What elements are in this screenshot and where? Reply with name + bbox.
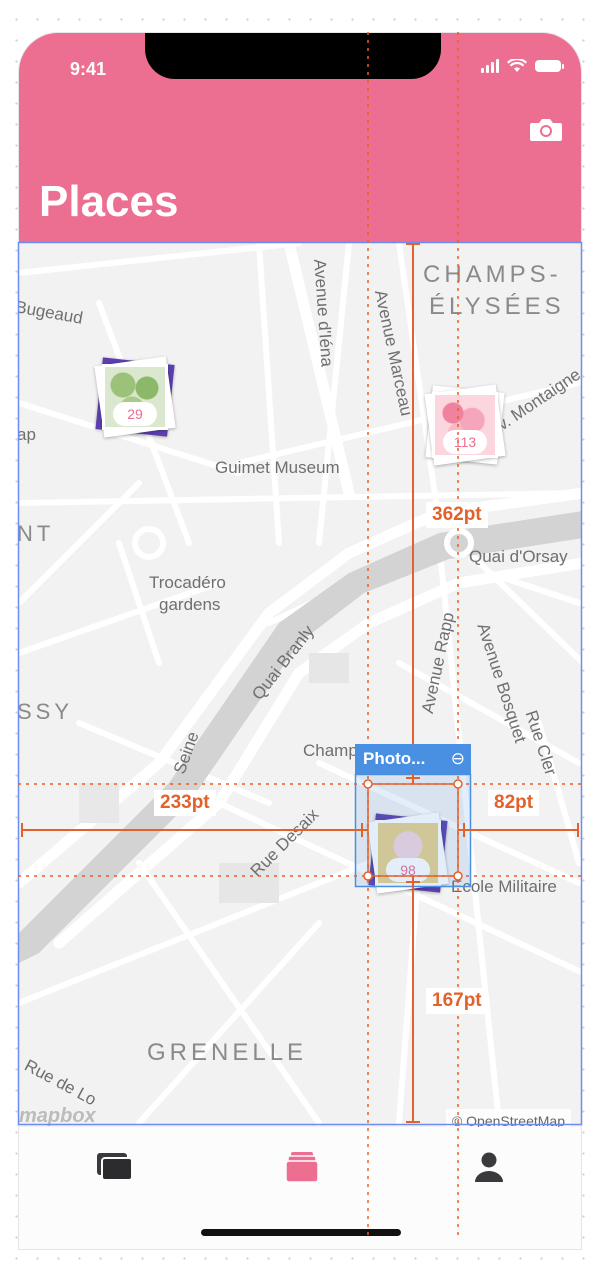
- district-nt: NT: [19, 521, 55, 546]
- cluster-count: 113: [443, 430, 487, 454]
- cards-icon[interactable]: [285, 1151, 319, 1183]
- district-ssy: SSY: [19, 699, 74, 724]
- district-grenelle: GRENELLE: [147, 1039, 308, 1066]
- stack-icon[interactable]: [95, 1151, 135, 1181]
- person-icon[interactable]: [473, 1151, 505, 1183]
- label-ap: ap: [19, 425, 36, 444]
- header: 9:41 Places: [19, 33, 581, 243]
- status-time: 9:41: [70, 59, 107, 79]
- cluster-count: 29: [113, 402, 157, 426]
- label-ecole-militaire: École Militaire: [451, 877, 557, 896]
- home-indicator: [201, 1229, 401, 1236]
- label-gardens: gardens: [159, 595, 221, 614]
- osm-attribution[interactable]: © OpenStreetMap: [445, 1109, 571, 1127]
- battery-icon: [535, 60, 564, 72]
- map-view[interactable]: CHAMPS- ÉLYSÉES Bugeaud Avenue d'Iéna Av…: [19, 243, 581, 1127]
- status-icons: [481, 59, 564, 73]
- camera-icon[interactable]: [529, 117, 563, 143]
- mapbox-logo[interactable]: mapbox: [19, 1105, 96, 1127]
- photo-cluster-broccoli[interactable]: 29: [93, 355, 177, 439]
- photo-cluster-balloons[interactable]: 113: [423, 383, 507, 467]
- label-trocadero: Trocadéro: [149, 573, 226, 592]
- label-champ: Champ: [303, 741, 358, 760]
- page-title: Places: [39, 177, 179, 226]
- cluster-count: 98: [386, 858, 430, 882]
- phone-frame: 9:41 Places CHAMPS- ÉLYSÉES Bugeaud Aven…: [18, 32, 582, 1250]
- photo-cluster-icecream[interactable]: 98: [366, 811, 450, 895]
- signal-icon: [481, 59, 499, 73]
- street-quai-orsay: Quai d'Orsay: [469, 547, 568, 566]
- district-elysees: ÉLYSÉES: [429, 293, 565, 320]
- notch: [145, 33, 441, 79]
- wifi-icon: [507, 59, 527, 72]
- label-guimet: Guimet Museum: [215, 458, 340, 477]
- district-champs: CHAMPS-: [423, 261, 562, 288]
